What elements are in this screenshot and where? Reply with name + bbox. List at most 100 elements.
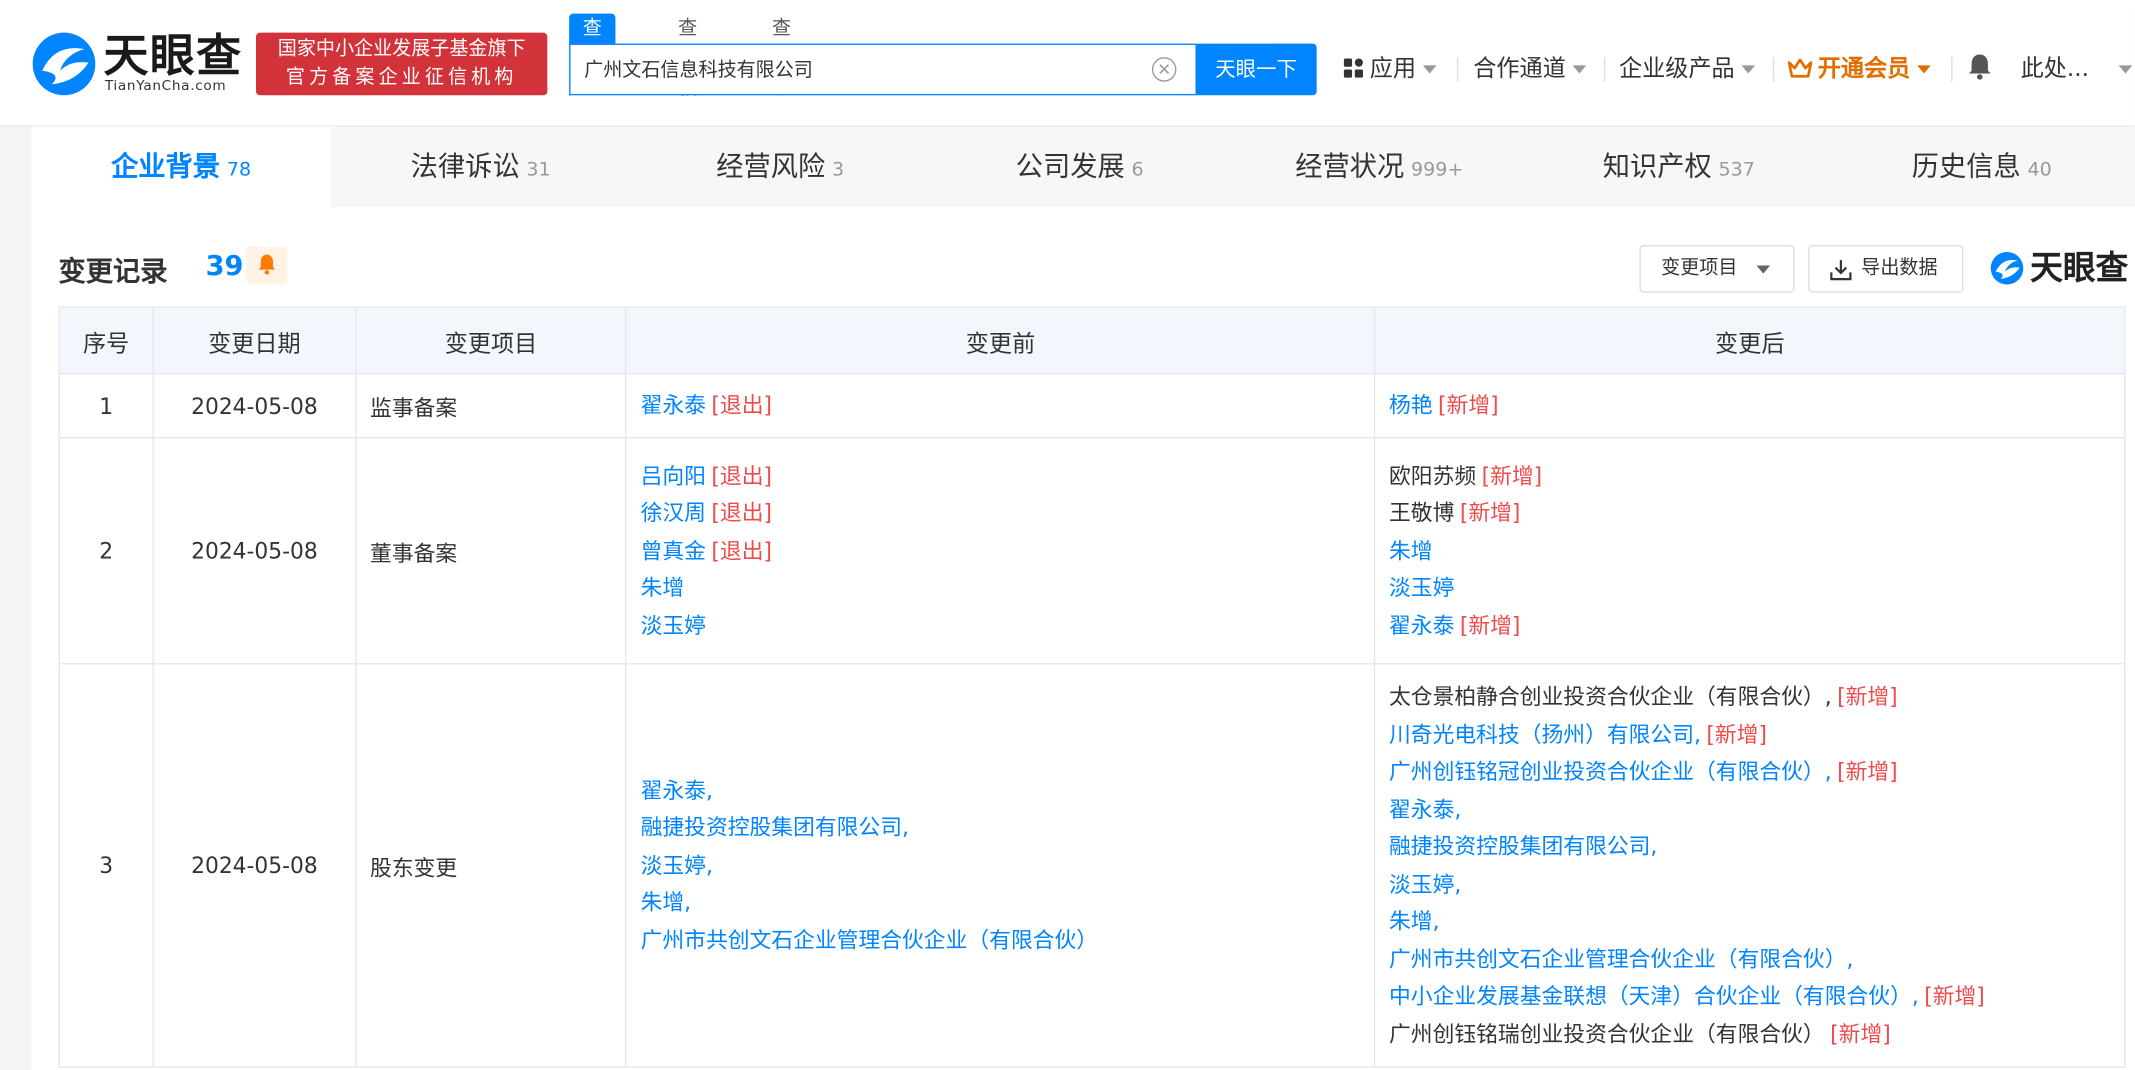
- entity-link[interactable]: 朱增,: [1389, 908, 1440, 934]
- export-data-button[interactable]: 导出数据: [1808, 245, 1964, 293]
- cell-before: 翟永泰 [退出]: [625, 373, 1376, 439]
- cell-date: 2024-05-08: [152, 437, 357, 665]
- entity-line: 中小企业发展基金联想（天津）合伙企业（有限合伙）, [新增]: [1389, 978, 2110, 1015]
- nav-more[interactable]: 此处...: [2021, 52, 2133, 87]
- nav-divider: [1456, 57, 1459, 82]
- crown-icon: [1787, 58, 1813, 78]
- section-title: 变更记录: [58, 254, 168, 288]
- cell-after: 太仓景柏静合创业投资合伙企业（有限合伙）, [新增] 川奇光电科技（扬州）有限公司,…: [1374, 663, 2126, 1068]
- entity-link[interactable]: 徐汉周: [641, 500, 706, 526]
- col-header-no: 序号: [58, 306, 154, 375]
- tab-enterprise-background[interactable]: 企业背景 78: [31, 126, 331, 207]
- entity-link[interactable]: 曾真金: [641, 537, 706, 563]
- entity-link[interactable]: 淡玉婷,: [641, 852, 713, 878]
- entity-link[interactable]: 广州市共创文石企业管理合伙企业（有限合伙）,: [1389, 946, 1853, 972]
- export-label: 导出数据: [1861, 257, 1938, 280]
- entity-link[interactable]: 淡玉婷,: [1389, 871, 1461, 897]
- tab-development[interactable]: 公司发展 6: [930, 127, 1230, 207]
- table-row: 3 2024-05-08 股东变更 翟永泰, 融捷投资控股集团有限公司, 淡玉婷, 朱增, 广…: [58, 663, 2126, 1068]
- nav-apps-label: 应用: [1369, 55, 1417, 84]
- nav-vip[interactable]: 开通会员: [1787, 52, 1931, 87]
- entity-link[interactable]: 川奇光电科技（扬州）有限公司,: [1389, 721, 1701, 747]
- tab-ip[interactable]: 知识产权 537: [1529, 127, 1829, 207]
- badge-line-1: 国家中小企业发展子基金旗下: [277, 38, 526, 60]
- clear-icon[interactable]: ✕: [1151, 57, 1177, 82]
- change-tag: [退出]: [711, 537, 773, 564]
- change-tag: [新增]: [1837, 758, 1898, 785]
- nav-partner[interactable]: 合作通道: [1473, 52, 1587, 87]
- tab-history[interactable]: 历史信息 40: [1829, 127, 2135, 207]
- entity-link[interactable]: 朱增,: [641, 889, 692, 915]
- apps-grid-icon: [1343, 58, 1363, 78]
- chevron-down-icon: [1917, 65, 1931, 74]
- cell-no: 3: [58, 663, 154, 1068]
- table-header-row: 序号 变更日期 变更项目 变更前 变更后: [58, 306, 2126, 375]
- entity-link[interactable]: 翟永泰,: [641, 777, 713, 803]
- entity-link[interactable]: 翟永泰,: [1389, 796, 1461, 822]
- tab-count: 3: [831, 159, 845, 182]
- table-body: 1 2024-05-08 监事备案 翟永泰 [退出] 杨艳 [新增] 2 2024-05-08 董…: [58, 373, 2126, 1068]
- entity-link[interactable]: 翟永泰: [641, 392, 706, 418]
- tab-legal[interactable]: 法律诉讼 31: [331, 127, 631, 207]
- tab-label: 经营状况: [1295, 149, 1405, 183]
- entity-link[interactable]: 融捷投资控股集团有限公司,: [641, 815, 909, 841]
- entity-line: 太仓景柏静合创业投资合伙企业（有限合伙）, [新增]: [1389, 678, 2110, 715]
- entity-link[interactable]: 广州市共创文石企业管理合伙企业（有限合伙）: [641, 927, 1099, 953]
- nav-more-label: 此处...: [2020, 55, 2089, 84]
- entity-line: 欧阳苏频 [新增]: [1389, 457, 2110, 494]
- entity-line: 广州创钰铭冠创业投资合伙企业（有限合伙）, [新增]: [1389, 753, 2110, 790]
- entity-line: 融捷投资控股集团有限公司,: [1389, 828, 2110, 865]
- entity-line: 广州市共创文石企业管理合伙企业（有限合伙）: [641, 921, 1361, 958]
- entity-line: 淡玉婷,: [641, 847, 1361, 884]
- nav-divider: [1951, 57, 1953, 82]
- tab-operations[interactable]: 经营状况 999+: [1230, 127, 1530, 207]
- entity-link[interactable]: 广州创钰铭冠创业投资合伙企业（有限合伙）,: [1389, 758, 1832, 784]
- search-tab-company[interactable]: 查公司: [569, 13, 616, 99]
- table-row: 1 2024-05-08 监事备案 翟永泰 [退出] 杨艳 [新增]: [58, 373, 2126, 439]
- search-tab-relation[interactable]: 查关系: [758, 14, 804, 100]
- entity-line: 翟永泰 [退出]: [641, 387, 1361, 424]
- nav-notifications[interactable]: [1968, 52, 1993, 87]
- entity-name: 王敬博: [1389, 500, 1455, 526]
- search-button[interactable]: 天眼一下: [1195, 43, 1317, 96]
- entity-link[interactable]: 融捷投资控股集团有限公司,: [1389, 833, 1657, 859]
- cell-after: 杨艳 [新增]: [1374, 373, 2126, 439]
- tianyancha-logo-icon: [32, 32, 96, 96]
- nav-apps[interactable]: 应用: [1343, 52, 1437, 87]
- change-tag: [新增]: [1481, 462, 1543, 489]
- tab-count: 999+: [1410, 159, 1464, 182]
- brand-logo[interactable]: 天眼查 TianYanCha.com: [30, 29, 248, 98]
- entity-link[interactable]: 朱增: [641, 575, 685, 601]
- entity-line: 广州市共创文石企业管理合伙企业（有限合伙）,: [1389, 940, 2110, 977]
- nav-enterprise-label: 企业级产品: [1618, 55, 1735, 84]
- subscribe-bell-icon[interactable]: [246, 246, 288, 285]
- search-input[interactable]: [570, 44, 1116, 94]
- entity-link[interactable]: 淡玉婷: [1389, 575, 1454, 601]
- entity-line: 朱增: [1389, 532, 2110, 569]
- col-header-item: 变更项目: [355, 306, 627, 375]
- change-tag: [新增]: [1924, 983, 1985, 1009]
- change-item-filter[interactable]: 变更项目: [1639, 245, 1795, 293]
- cell-before: 吕向阳 [退出] 徐汉周 [退出] 曾真金 [退出] 朱增 淡玉婷: [625, 437, 1376, 665]
- entity-line: 翟永泰,: [1389, 790, 2110, 827]
- cell-item: 监事备案: [355, 373, 627, 439]
- filter-label: 变更项目: [1661, 257, 1738, 280]
- entity-link[interactable]: 杨艳: [1389, 392, 1433, 418]
- entity-line: 淡玉婷,: [1389, 865, 2110, 902]
- nav-enterprise[interactable]: 企业级产品: [1618, 52, 1756, 87]
- entity-link[interactable]: 翟永泰: [1389, 612, 1454, 638]
- entity-name: 广州创钰铭瑞创业投资合伙企业（有限合伙）: [1389, 1020, 1825, 1047]
- search-box: ✕: [569, 43, 1196, 96]
- entity-link[interactable]: 吕向阳: [641, 463, 706, 489]
- page: 天眼查 TianYanCha.com 国家中小企业发展子基金旗下 官方备案企业征…: [0, 0, 2135, 1070]
- change-tag: [新增]: [1438, 392, 1499, 419]
- search-tab-boss[interactable]: 查老板: [664, 14, 710, 100]
- entity-link[interactable]: 中小企业发展基金联想（天津）合伙企业（有限合伙）,: [1389, 983, 1919, 1009]
- entity-line: 朱增,: [641, 884, 1361, 921]
- change-tag: [新增]: [1837, 683, 1898, 710]
- tab-risk[interactable]: 经营风险 3: [630, 127, 930, 207]
- table-row: 2 2024-05-08 董事备案 吕向阳 [退出] 徐汉周 [退出] 曾真金 [退出] 朱增 淡玉…: [58, 437, 2126, 665]
- cell-before: 翟永泰, 融捷投资控股集团有限公司, 淡玉婷, 朱增, 广州市共创文石企业管理合伙企业（…: [625, 663, 1376, 1068]
- entity-link[interactable]: 淡玉婷: [641, 612, 706, 638]
- entity-link[interactable]: 朱增: [1389, 537, 1433, 563]
